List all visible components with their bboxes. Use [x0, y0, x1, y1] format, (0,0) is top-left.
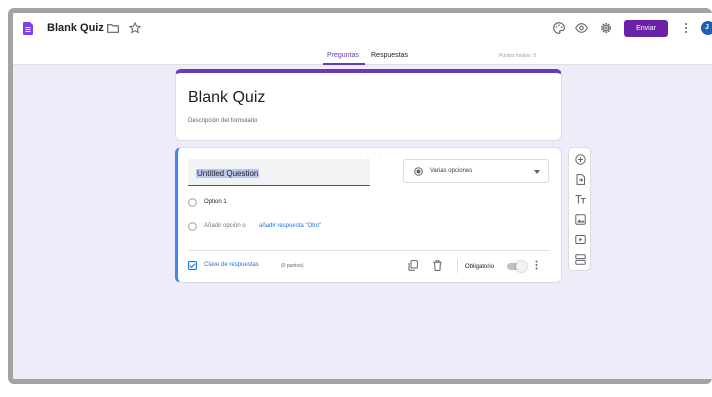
radio-button-checked-icon [414, 167, 423, 176]
doc-title[interactable]: Blank Quiz [47, 22, 104, 34]
form-title[interactable]: Blank Quiz [188, 89, 265, 107]
import-questions-icon[interactable] [575, 174, 586, 185]
forms-app-icon[interactable] [23, 22, 33, 35]
duplicate-icon[interactable] [408, 260, 418, 271]
points-value: (0 puntos) [281, 263, 304, 269]
total-points: Puntos totales: 0 [499, 53, 537, 59]
add-question-icon[interactable] [575, 154, 586, 165]
form-description[interactable]: Descripción del formulario [188, 118, 257, 124]
send-button[interactable]: Enviar [624, 20, 668, 37]
radio-icon [188, 198, 197, 207]
forms-editor: Blank Quiz Enviar J Preguntas Respuestas… [13, 13, 712, 379]
answer-key-link[interactable]: Clave de respuestas [204, 262, 259, 268]
or-text: o [242, 223, 246, 229]
delete-icon[interactable] [433, 260, 442, 271]
add-option-link[interactable]: Añadir opción o [204, 223, 246, 229]
more-vert-icon[interactable] [684, 22, 688, 34]
title-text-icon[interactable] [575, 194, 586, 205]
video-icon[interactable] [575, 234, 586, 245]
gear-icon[interactable] [600, 22, 612, 34]
tab-responses[interactable]: Respuestas [371, 52, 408, 59]
question-title-input[interactable]: Untitled Question [188, 159, 370, 186]
question-title-text: Untitled Question [196, 169, 260, 178]
toolbar-divider [457, 259, 458, 273]
caret-down-icon [534, 170, 540, 174]
required-toggle-knob[interactable] [516, 261, 527, 272]
tab-questions[interactable]: Preguntas [327, 52, 359, 59]
avatar[interactable]: J [701, 21, 712, 35]
question-more-icon[interactable] [535, 260, 538, 270]
add-option-text: Añadir opción [204, 223, 241, 229]
top-bar: Blank Quiz Enviar J Preguntas Respuestas… [13, 13, 712, 65]
answer-key-checkbox-icon[interactable] [188, 261, 197, 270]
drag-handle-icon[interactable]: ⋮⋮⋮ [365, 150, 383, 156]
preview-icon[interactable] [575, 23, 588, 33]
radio-icon [188, 222, 197, 231]
option-label[interactable]: Option 1 [204, 199, 227, 205]
question-type-select[interactable]: Varias opciones [403, 159, 549, 183]
palette-icon[interactable] [553, 22, 565, 34]
add-other-link[interactable]: añadir respuesta "Otro" [259, 223, 321, 229]
divider [188, 250, 550, 251]
side-toolbar [568, 147, 591, 271]
section-icon[interactable] [575, 254, 586, 265]
star-icon[interactable] [129, 22, 141, 34]
form-header-card[interactable]: Blank Quiz Descripción del formulario [175, 69, 562, 141]
question-card[interactable]: ⋮⋮⋮ Untitled Question Varias opciones Op… [175, 147, 562, 283]
active-tab-indicator [323, 63, 365, 65]
image-icon[interactable] [575, 214, 586, 225]
folder-icon[interactable] [107, 24, 119, 33]
question-type-label: Varias opciones [430, 168, 473, 174]
required-label: Obligatorio [465, 264, 495, 270]
